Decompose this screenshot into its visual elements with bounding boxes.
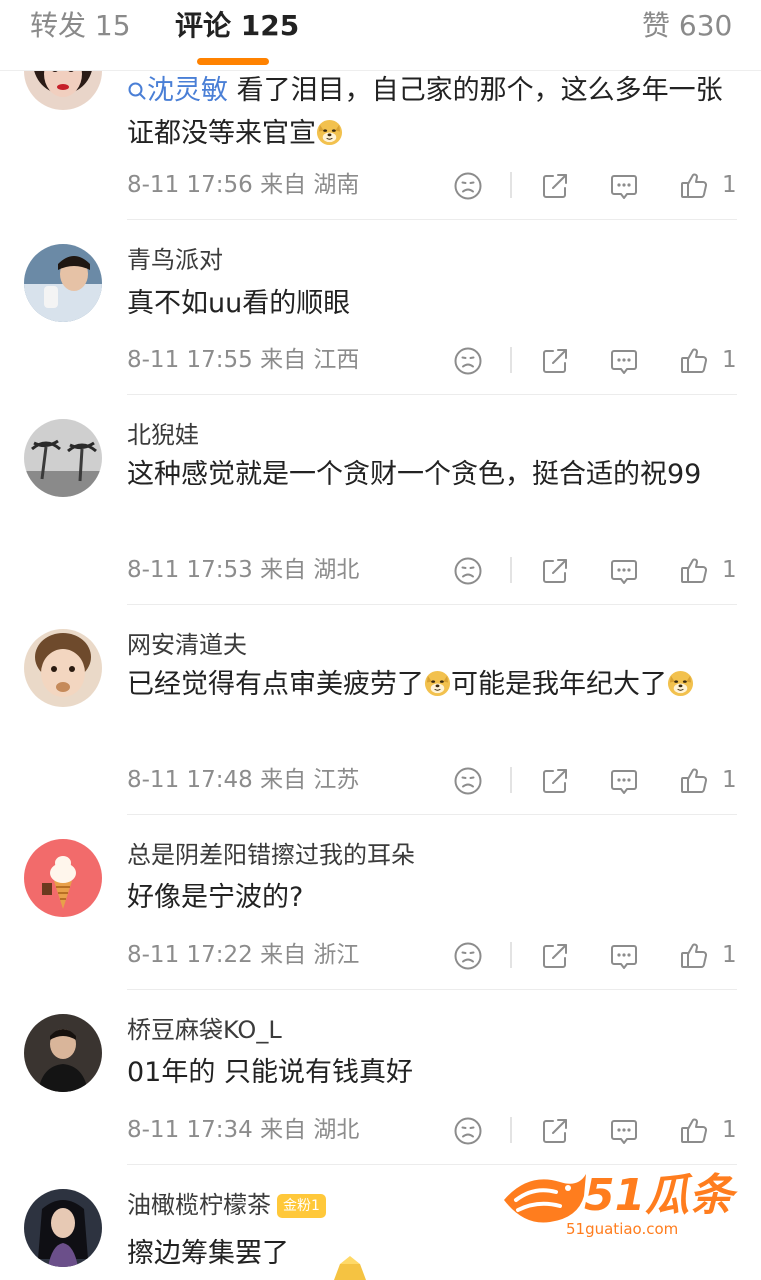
comment-item: 北猊娃 这种感觉就是一个贪财一个贪色，挺合适的祝99 8-11 17:53 来自… <box>0 395 761 605</box>
comment-bubble-icon[interactable] <box>608 555 640 587</box>
comment-bubble-icon[interactable] <box>608 1115 640 1147</box>
comment-actions: 1 <box>0 936 761 976</box>
comment-text: 沈灵敏 看了泪目，自己家的那个，这么多年一张证都没等来官宣 <box>127 69 727 155</box>
comment-text: 好像是宁波的? <box>127 882 304 913</box>
active-tab-indicator <box>197 58 269 65</box>
like-count: 1 <box>722 1117 737 1143</box>
action-separator <box>510 557 512 583</box>
doge-emoji-icon <box>424 670 451 697</box>
tab-reposts-count: 15 <box>94 9 131 42</box>
fan-level-badge: 金粉1 <box>277 1194 326 1218</box>
frown-face-icon[interactable] <box>452 765 484 797</box>
tab-likes-count: 630 <box>678 9 733 42</box>
thumbs-up-icon[interactable] <box>678 555 710 587</box>
comment-item: 青鸟派对 真不如uu看的顺眼 8-11 17:55 来自 江西 1 <box>0 220 761 395</box>
avatar[interactable] <box>24 419 102 497</box>
comment-actions: 1 <box>0 761 761 801</box>
comment-username[interactable]: 桥豆麻袋KO_L <box>127 1014 282 1046</box>
share-arrow-icon[interactable] <box>539 765 571 797</box>
comment-username[interactable]: 青鸟派对 <box>127 244 223 276</box>
avatar[interactable] <box>24 1014 102 1092</box>
tab-reposts[interactable]: 转发 15 <box>30 6 131 46</box>
share-arrow-icon[interactable] <box>539 1115 571 1147</box>
share-arrow-icon[interactable] <box>539 940 571 972</box>
doge-emoji-icon <box>667 670 694 697</box>
comment-item: 网安清道夫 已经觉得有点审美疲劳了 可能是我年纪大了 8-11 17:48 来自 … <box>0 605 761 815</box>
like-count: 1 <box>722 557 737 583</box>
comment-username[interactable]: 油橄榄柠檬茶 金粉1 <box>127 1189 326 1221</box>
share-arrow-icon[interactable] <box>539 345 571 377</box>
comment-text: 01年的 只能说有钱真好 <box>127 1057 413 1088</box>
comment-text-part: 已经觉得有点审美疲劳了 <box>127 669 424 700</box>
thumbs-up-icon[interactable] <box>678 765 710 797</box>
comment-text: 这种感觉就是一个贪财一个贪色，挺合适的祝99 <box>127 459 702 490</box>
doge-emoji-icon <box>316 119 343 146</box>
action-separator <box>510 1117 512 1143</box>
watermark-url: 51guatiao.com <box>566 1220 679 1238</box>
like-count: 1 <box>722 172 737 198</box>
comment-username[interactable]: 网安清道夫 <box>127 629 247 661</box>
tab-likes-label: 赞 <box>642 9 671 42</box>
comment-username[interactable]: 北猊娃 <box>127 419 199 451</box>
tab-reposts-label: 转发 <box>30 9 87 42</box>
like-count: 1 <box>722 347 737 373</box>
comment-text: 已经觉得有点审美疲劳了 可能是我年纪大了 <box>127 663 727 706</box>
tab-comments-label: 评论 <box>175 9 232 42</box>
gold-badge-icon <box>334 1256 366 1280</box>
action-separator <box>510 172 512 198</box>
comment-username-text: 油橄榄柠檬茶 <box>127 1191 271 1219</box>
frown-face-icon[interactable] <box>452 555 484 587</box>
comment-actions: 1 <box>0 1111 761 1151</box>
frown-face-icon[interactable] <box>452 940 484 972</box>
like-count: 1 <box>722 767 737 793</box>
share-arrow-icon[interactable] <box>539 170 571 202</box>
comment-item: 总是阴差阳错擦过我的耳朵 好像是宁波的? 8-11 17:22 来自 浙江 1 <box>0 815 761 990</box>
watermark-title: 51瓜条 <box>584 1170 734 1221</box>
comment-username[interactable]: 总是阴差阳错擦过我的耳朵 <box>127 839 415 871</box>
tab-likes[interactable]: 赞 630 <box>642 6 732 46</box>
site-watermark: 51瓜条 51guatiao.com <box>498 1166 738 1246</box>
thumbs-up-icon[interactable] <box>678 345 710 377</box>
comment-bubble-icon[interactable] <box>608 170 640 202</box>
comment-bubble-icon[interactable] <box>608 940 640 972</box>
avatar[interactable] <box>24 629 102 707</box>
search-icon <box>128 82 146 100</box>
comment-text-part: 可能是我年纪大了 <box>451 669 667 700</box>
comment-text: 真不如uu看的顺眼 <box>127 288 351 319</box>
comment-bubble-icon[interactable] <box>608 765 640 797</box>
action-separator <box>510 767 512 793</box>
mention-username: 沈灵敏 <box>147 75 228 106</box>
share-arrow-icon[interactable] <box>539 555 571 587</box>
thumbs-up-icon[interactable] <box>678 170 710 202</box>
comment-tabs: 转发 15 评论 125 赞 630 <box>0 0 761 71</box>
like-count: 1 <box>722 942 737 968</box>
comment-bubble-icon[interactable] <box>608 345 640 377</box>
thumbs-up-icon[interactable] <box>678 1115 710 1147</box>
frown-face-icon[interactable] <box>452 345 484 377</box>
avatar[interactable] <box>24 1189 102 1267</box>
frown-face-icon[interactable] <box>452 170 484 202</box>
tab-comments-count: 125 <box>240 9 300 42</box>
action-separator <box>510 347 512 373</box>
comment-item: 桥豆麻袋KO_L 01年的 只能说有钱真好 8-11 17:34 来自 湖北 1 <box>0 990 761 1165</box>
tab-comments[interactable]: 评论 125 <box>175 6 299 46</box>
action-separator <box>510 942 512 968</box>
comment-actions: 1 <box>0 166 761 206</box>
comment-actions: 1 <box>0 551 761 591</box>
frown-face-icon[interactable] <box>452 1115 484 1147</box>
comment-actions: 1 <box>0 341 761 381</box>
avatar[interactable] <box>24 244 102 322</box>
user-mention-link[interactable]: 沈灵敏 <box>127 75 228 106</box>
thumbs-up-icon[interactable] <box>678 940 710 972</box>
avatar[interactable] <box>24 839 102 917</box>
